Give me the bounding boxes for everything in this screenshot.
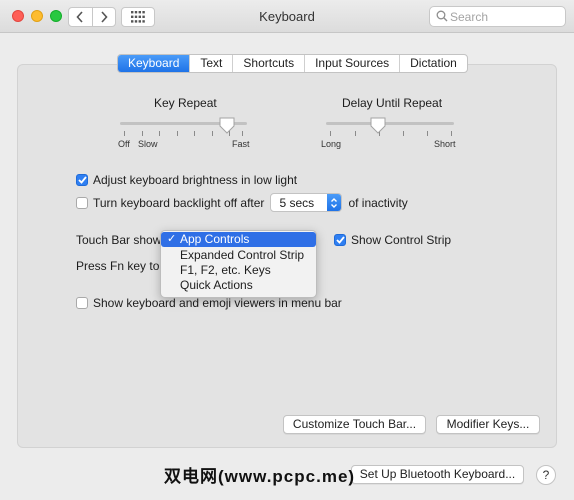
delay-label-long: Long bbox=[321, 139, 342, 149]
backlight-off-checkbox[interactable] bbox=[76, 196, 88, 209]
search-icon bbox=[436, 10, 448, 22]
backlight-off-label: Turn keyboard backlight off after bbox=[93, 195, 265, 210]
emoji-viewers-checkbox[interactable] bbox=[76, 297, 88, 309]
tick bbox=[427, 131, 428, 136]
checkmark-icon: ✓ bbox=[167, 233, 177, 245]
watermark: 双电网(www.pcpc.me) bbox=[164, 467, 356, 486]
delay-until-repeat-track[interactable] bbox=[326, 122, 454, 125]
search-input[interactable] bbox=[450, 9, 560, 24]
key-repeat-title: Key Repeat bbox=[154, 96, 217, 110]
bluetooth-keyboard-button[interactable]: Set Up Bluetooth Keyboard... bbox=[351, 465, 524, 484]
key-repeat-label-slow: Slow bbox=[138, 139, 158, 149]
backlight-duration-value: 5 secs bbox=[279, 195, 315, 210]
menu-item-expanded-control-strip[interactable]: Expanded Control Strip bbox=[161, 248, 316, 263]
adjust-brightness-label: Adjust keyboard brightness in low light bbox=[93, 173, 298, 187]
emoji-viewers-label: Show keyboard and emoji viewers in menu … bbox=[93, 296, 342, 310]
tick bbox=[212, 131, 213, 136]
menu-item-quick-actions[interactable]: Quick Actions bbox=[161, 278, 316, 293]
touch-bar-shows-menu: ✓ App Controls Expanded Control Strip F1… bbox=[160, 230, 317, 298]
backlight-off-row: Turn keyboard backlight off after 5 secs… bbox=[76, 193, 408, 212]
checkmark-icon bbox=[77, 176, 87, 184]
up-down-arrows-icon bbox=[327, 194, 342, 211]
tab-input-sources[interactable]: Input Sources bbox=[304, 55, 399, 72]
tab-dictation[interactable]: Dictation bbox=[399, 55, 467, 72]
adjust-brightness-row[interactable]: Adjust keyboard brightness in low light bbox=[76, 173, 297, 187]
tick bbox=[142, 131, 143, 136]
tab-text[interactable]: Text bbox=[189, 55, 232, 72]
menu-item-app-controls[interactable]: ✓ App Controls bbox=[161, 232, 316, 247]
search-field[interactable] bbox=[429, 6, 566, 27]
customize-touch-bar-button[interactable]: Customize Touch Bar... bbox=[283, 415, 426, 434]
inactivity-suffix-label: of inactivity bbox=[348, 195, 408, 210]
tick bbox=[194, 131, 195, 136]
tick bbox=[451, 131, 452, 136]
checkmark-icon bbox=[335, 236, 345, 244]
modifier-keys-button[interactable]: Modifier Keys... bbox=[436, 415, 540, 434]
key-repeat-label-off: Off bbox=[118, 139, 130, 149]
delay-label-short: Short bbox=[434, 139, 456, 149]
tick bbox=[330, 131, 331, 136]
menu-item-label: App Controls bbox=[180, 232, 250, 246]
delay-until-repeat-title: Delay Until Repeat bbox=[342, 96, 443, 110]
tick bbox=[355, 131, 356, 136]
tab-shortcuts[interactable]: Shortcuts bbox=[232, 55, 304, 72]
key-repeat-slider-knob[interactable] bbox=[219, 117, 235, 134]
tick bbox=[403, 131, 404, 136]
key-repeat-label-fast: Fast bbox=[232, 139, 250, 149]
help-button[interactable]: ? bbox=[536, 465, 556, 485]
tick bbox=[159, 131, 160, 136]
delay-until-repeat-slider-knob[interactable] bbox=[370, 117, 386, 134]
touch-bar-shows-label: Touch Bar shows bbox=[76, 233, 168, 247]
show-control-strip-checkbox[interactable] bbox=[334, 234, 346, 246]
tick bbox=[177, 131, 178, 136]
menu-item-f-keys[interactable]: F1, F2, etc. Keys bbox=[161, 263, 316, 278]
tick bbox=[124, 131, 125, 136]
adjust-brightness-checkbox[interactable] bbox=[76, 174, 88, 186]
tab-bar: Keyboard Text Shortcuts Input Sources Di… bbox=[117, 54, 468, 73]
tab-keyboard[interactable]: Keyboard bbox=[118, 55, 190, 72]
tick bbox=[242, 131, 243, 136]
show-control-strip-label: Show Control Strip bbox=[351, 233, 452, 247]
press-fn-key-label: Press Fn key to bbox=[76, 259, 160, 273]
backlight-duration-popup[interactable]: 5 secs bbox=[270, 193, 343, 212]
show-control-strip-row[interactable]: Show Control Strip bbox=[334, 233, 451, 247]
emoji-viewers-row[interactable]: Show keyboard and emoji viewers in menu … bbox=[76, 296, 342, 310]
